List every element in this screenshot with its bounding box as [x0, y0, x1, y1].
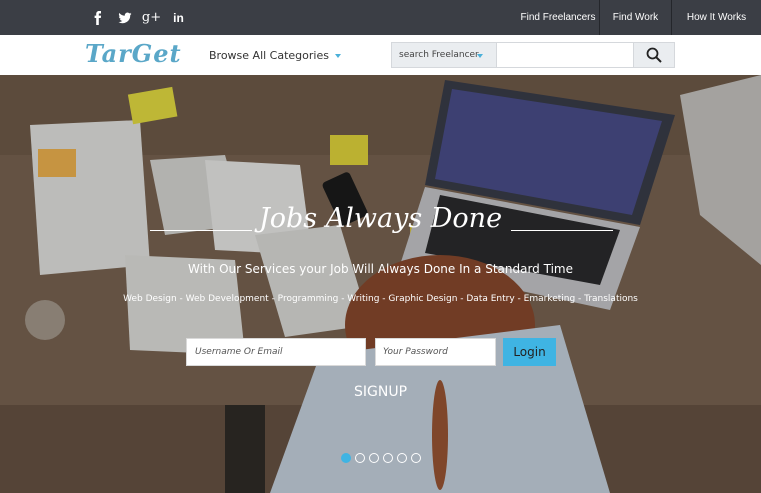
site-logo[interactable]: TarGet — [85, 39, 182, 68]
facebook-icon[interactable] — [84, 9, 111, 27]
browse-categories-dropdown[interactable]: Browse All Categories — [209, 49, 341, 62]
slider-dot[interactable] — [383, 453, 393, 463]
caret-down-icon — [334, 54, 341, 58]
slider-dots — [341, 453, 421, 463]
search-bar: search Freelancer — [391, 42, 675, 68]
top-nav: Find Freelancers Find Work How It Works — [517, 0, 761, 35]
search-icon — [646, 47, 662, 63]
browse-categories-label: Browse All Categories — [209, 49, 329, 62]
slider-dot[interactable] — [341, 453, 351, 463]
google-plus-icon[interactable]: g+ — [138, 9, 165, 27]
slider-dot[interactable] — [397, 453, 407, 463]
search-button[interactable] — [634, 42, 675, 68]
find-freelancers-link[interactable]: Find Freelancers — [517, 0, 599, 35]
hero-banner: Jobs Always Done With Our Services your … — [0, 75, 761, 493]
signup-link[interactable]: SIGNUP — [0, 384, 761, 400]
slider-dot[interactable] — [411, 453, 421, 463]
hero-background-image — [0, 75, 761, 493]
how-it-works-link[interactable]: How It Works — [671, 0, 761, 35]
hero-categories: Web Design - Web Development - Programmi… — [123, 294, 638, 304]
linkedin-icon[interactable]: in — [165, 9, 192, 27]
search-input[interactable] — [497, 42, 634, 68]
slider-dot[interactable] — [369, 453, 379, 463]
username-input[interactable]: Username Or Email — [186, 338, 366, 366]
social-links: g+ in — [84, 9, 192, 27]
slider-dot[interactable] — [355, 453, 365, 463]
find-work-link[interactable]: Find Work — [599, 0, 671, 35]
site-header: TarGet Browse All Categories search Free… — [0, 35, 761, 75]
search-type-value: search Freelancer — [399, 50, 479, 60]
search-type-select[interactable]: search Freelancer — [391, 42, 497, 68]
hero-subtitle: With Our Services your Job Will Always D… — [188, 262, 573, 276]
twitter-icon[interactable] — [111, 9, 138, 27]
caret-down-icon — [477, 54, 483, 58]
login-button[interactable]: Login — [503, 338, 556, 366]
password-input[interactable]: Your Password — [375, 338, 496, 366]
top-bar: g+ in Find Freelancers Find Work How It … — [0, 0, 761, 35]
hero-title: Jobs Always Done — [258, 203, 503, 234]
